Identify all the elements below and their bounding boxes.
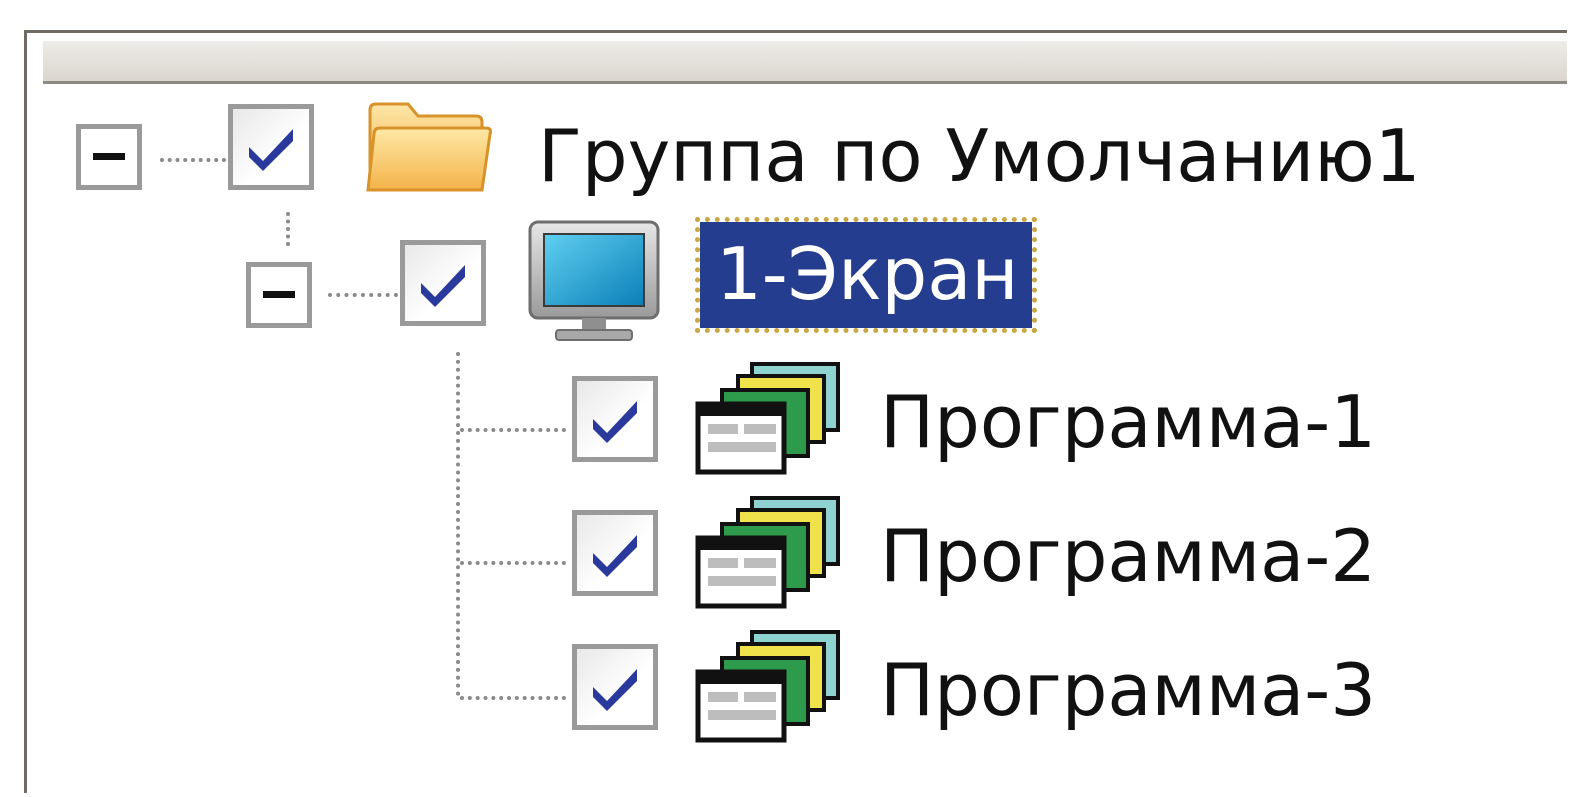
program-stack-icon <box>694 494 844 615</box>
tree-node-screen[interactable]: 1-Экран <box>0 217 1558 341</box>
program-stack-icon <box>694 628 844 749</box>
program-3-label[interactable]: Программа-3 <box>880 654 1376 726</box>
tree-node-program-2[interactable]: Программа-2 <box>0 496 1558 609</box>
group-label[interactable]: Группа по Умолчанию1 <box>538 120 1421 192</box>
checkmark-icon <box>593 669 637 711</box>
collapse-toggle[interactable] <box>76 124 142 190</box>
screen-label[interactable]: 1-Экран <box>694 217 1038 333</box>
checkmark-icon <box>593 535 637 577</box>
program-1-label[interactable]: Программа-1 <box>880 386 1376 458</box>
program-stack-icon <box>694 360 844 481</box>
program-1-checkbox[interactable] <box>572 376 658 462</box>
tree-node-program-1[interactable]: Программа-1 <box>0 362 1558 475</box>
checkmark-icon <box>593 401 637 443</box>
program-2-label[interactable]: Программа-2 <box>880 520 1376 592</box>
tree-node-default-group[interactable]: Группа по Умолчанию1 <box>0 100 1558 200</box>
checkmark-icon <box>421 265 465 307</box>
monitor-icon <box>526 218 662 353</box>
collapse-toggle[interactable] <box>246 262 312 328</box>
screen-checkbox[interactable] <box>400 240 486 326</box>
program-2-checkbox[interactable] <box>572 510 658 596</box>
tree-view: Группа по Умолчанию1 1-Экран Программа-1… <box>0 0 1558 797</box>
checkmark-icon <box>249 129 293 171</box>
tree-node-program-3[interactable]: Программа-3 <box>0 630 1558 743</box>
group-checkbox[interactable] <box>228 104 314 190</box>
program-3-checkbox[interactable] <box>572 644 658 730</box>
folder-icon <box>364 100 494 201</box>
